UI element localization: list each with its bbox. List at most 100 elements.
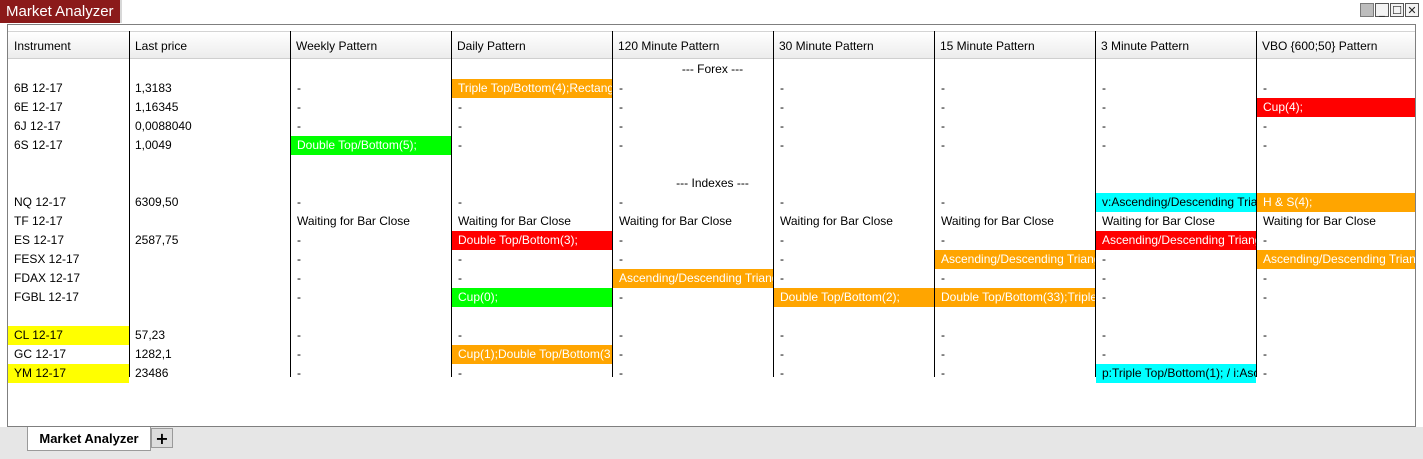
pattern-cell-120-minute[interactable]: - — [613, 231, 773, 250]
pattern-cell-15-minute[interactable]: - — [935, 231, 1095, 250]
pattern-cell-15-minute[interactable]: - — [935, 79, 1095, 98]
pattern-cell-vbo[interactable]: - — [1257, 79, 1415, 98]
pattern-cell-30-minute[interactable]: Waiting for Bar Close — [774, 212, 934, 231]
pattern-cell-weekly[interactable]: - — [291, 98, 451, 117]
instrument-cell[interactable]: GC 12-17 — [8, 345, 129, 364]
pattern-cell-vbo[interactable]: - — [1257, 269, 1415, 288]
pattern-cell-vbo[interactable]: - — [1257, 326, 1415, 345]
pattern-cell-120-minute[interactable]: - — [613, 326, 773, 345]
pattern-cell-30-minute[interactable]: - — [774, 364, 934, 383]
pattern-cell-15-minute[interactable]: - — [935, 98, 1095, 117]
instrument-cell[interactable]: 6S 12-17 — [8, 136, 129, 155]
last-price-cell[interactable]: 0,0088040 — [129, 117, 290, 136]
last-price-cell[interactable]: 6309,50 — [129, 193, 290, 212]
column-header-last-price[interactable]: Last price — [129, 31, 290, 59]
instrument-cell[interactable]: TF 12-17 — [8, 212, 129, 231]
column-header-15-minute[interactable]: 15 Minute Pattern — [934, 31, 1095, 59]
pattern-cell-vbo[interactable]: - — [1257, 345, 1415, 364]
pattern-cell-120-minute[interactable]: - — [613, 79, 773, 98]
close-button[interactable]: ✕ — [1405, 3, 1419, 17]
pattern-cell-15-minute[interactable]: - — [935, 269, 1095, 288]
minimize-button[interactable]: _ — [1375, 3, 1389, 17]
pattern-cell-3-minute[interactable]: Waiting for Bar Close — [1096, 212, 1256, 231]
window-title[interactable]: Market Analyzer — [0, 0, 122, 23]
pattern-cell-30-minute[interactable]: - — [774, 345, 934, 364]
last-price-cell[interactable] — [129, 212, 290, 231]
instrument-cell[interactable]: CL 12-17 — [8, 326, 129, 345]
pattern-cell-120-minute[interactable]: - — [613, 136, 773, 155]
pattern-cell-daily[interactable]: - — [452, 117, 612, 136]
instrument-cell[interactable]: NQ 12-17 — [8, 193, 129, 212]
add-tab-button[interactable]: + — [151, 428, 173, 448]
pattern-cell-weekly[interactable]: - — [291, 117, 451, 136]
column-header-120-minute[interactable]: 120 Minute Pattern — [612, 31, 773, 59]
pattern-cell-3-minute[interactable]: Ascending/Descending Triangle — [1096, 231, 1256, 250]
pattern-cell-vbo[interactable]: - — [1257, 364, 1415, 383]
pattern-cell-30-minute[interactable]: Double Top/Bottom(2); — [774, 288, 934, 307]
pattern-cell-15-minute[interactable]: - — [935, 136, 1095, 155]
maximize-button[interactable]: ☐ — [1390, 3, 1404, 17]
pattern-cell-3-minute[interactable]: - — [1096, 98, 1256, 117]
column-header-vbo[interactable]: VBO {600;50} Pattern — [1256, 31, 1415, 59]
pattern-cell-weekly[interactable]: - — [291, 193, 451, 212]
last-price-cell[interactable] — [129, 250, 290, 269]
pattern-cell-15-minute[interactable]: - — [935, 193, 1095, 212]
pattern-cell-weekly[interactable]: - — [291, 364, 451, 383]
pattern-cell-weekly[interactable]: - — [291, 250, 451, 269]
pattern-cell-120-minute[interactable]: - — [613, 117, 773, 136]
pattern-cell-15-minute[interactable]: - — [935, 345, 1095, 364]
pattern-cell-3-minute[interactable]: v:Ascending/Descending Triangle — [1096, 193, 1256, 212]
pattern-cell-weekly[interactable]: - — [291, 231, 451, 250]
pattern-cell-weekly[interactable]: - — [291, 269, 451, 288]
column-header-3-minute[interactable]: 3 Minute Pattern — [1095, 31, 1256, 59]
pattern-cell-15-minute[interactable]: - — [935, 364, 1095, 383]
pattern-cell-weekly[interactable]: - — [291, 345, 451, 364]
pattern-cell-30-minute[interactable]: - — [774, 79, 934, 98]
pattern-cell-15-minute[interactable]: - — [935, 326, 1095, 345]
pattern-cell-weekly[interactable]: - — [291, 326, 451, 345]
pattern-cell-daily[interactable]: - — [452, 250, 612, 269]
instrument-cell[interactable]: FDAX 12-17 — [8, 269, 129, 288]
pattern-cell-15-minute[interactable]: Waiting for Bar Close — [935, 212, 1095, 231]
pattern-cell-3-minute[interactable]: - — [1096, 326, 1256, 345]
pattern-cell-daily[interactable]: Triple Top/Bottom(4);Rectangle — [452, 79, 612, 98]
pattern-cell-vbo[interactable]: - — [1257, 288, 1415, 307]
pattern-cell-30-minute[interactable]: - — [774, 250, 934, 269]
pattern-cell-weekly[interactable]: Double Top/Bottom(5); — [291, 136, 451, 155]
last-price-cell[interactable]: 57,23 — [129, 326, 290, 345]
pattern-cell-daily[interactable]: - — [452, 136, 612, 155]
pattern-cell-vbo[interactable]: - — [1257, 136, 1415, 155]
column-header-daily[interactable]: Daily Pattern — [451, 31, 612, 59]
instrument-cell[interactable]: FGBL 12-17 — [8, 288, 129, 307]
pattern-cell-3-minute[interactable]: - — [1096, 136, 1256, 155]
pattern-cell-120-minute[interactable]: Waiting for Bar Close — [613, 212, 773, 231]
pattern-cell-vbo[interactable]: H & S(4); — [1257, 193, 1415, 212]
pattern-cell-120-minute[interactable]: - — [613, 98, 773, 117]
last-price-cell[interactable]: 1,3183 — [129, 79, 290, 98]
pattern-cell-daily[interactable]: Double Top/Bottom(3); — [452, 231, 612, 250]
pattern-cell-30-minute[interactable]: - — [774, 269, 934, 288]
pattern-cell-daily[interactable]: Waiting for Bar Close — [452, 212, 612, 231]
column-header-instrument[interactable]: Instrument — [8, 31, 129, 59]
last-price-cell[interactable]: 1,0049 — [129, 136, 290, 155]
instrument-cell[interactable]: 6J 12-17 — [8, 117, 129, 136]
pattern-cell-3-minute[interactable]: - — [1096, 269, 1256, 288]
pattern-cell-30-minute[interactable]: - — [774, 193, 934, 212]
pattern-cell-120-minute[interactable]: - — [613, 364, 773, 383]
last-price-cell[interactable]: 1282,1 — [129, 345, 290, 364]
pattern-cell-30-minute[interactable]: - — [774, 231, 934, 250]
pattern-cell-3-minute[interactable]: - — [1096, 79, 1256, 98]
pattern-cell-weekly[interactable]: - — [291, 79, 451, 98]
last-price-cell[interactable] — [129, 269, 290, 288]
column-header-30-minute[interactable]: 30 Minute Pattern — [773, 31, 934, 59]
pattern-cell-3-minute[interactable]: - — [1096, 117, 1256, 136]
pattern-cell-120-minute[interactable]: - — [613, 345, 773, 364]
pattern-cell-daily[interactable]: - — [452, 364, 612, 383]
instrument-cell[interactable]: 6B 12-17 — [8, 79, 129, 98]
pattern-cell-15-minute[interactable]: Ascending/Descending Triangle — [935, 250, 1095, 269]
pattern-cell-30-minute[interactable]: - — [774, 117, 934, 136]
pattern-cell-30-minute[interactable]: - — [774, 136, 934, 155]
settings-button[interactable] — [1360, 3, 1374, 17]
pattern-cell-3-minute[interactable]: - — [1096, 250, 1256, 269]
pattern-cell-daily[interactable]: Cup(1);Double Top/Bottom(3 — [452, 345, 612, 364]
